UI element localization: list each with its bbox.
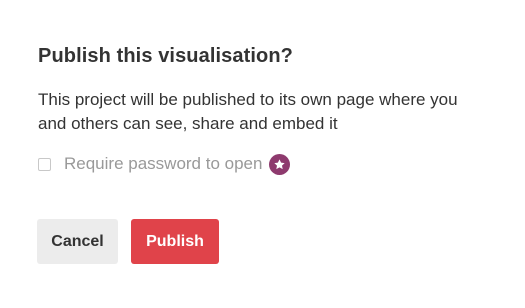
dialog-description: This project will be published to its ow… xyxy=(38,90,458,133)
star-icon xyxy=(269,153,291,175)
require-password-label[interactable]: Require password to open xyxy=(64,154,262,174)
publish-button[interactable]: Publish xyxy=(131,219,219,264)
require-password-option[interactable]: Require password to open xyxy=(38,152,291,176)
cancel-button[interactable]: Cancel xyxy=(37,219,118,264)
dialog-title: Publish this visualisation? xyxy=(38,45,293,67)
star-icon-glyph xyxy=(274,158,286,169)
require-password-checkbox[interactable] xyxy=(38,157,51,171)
publish-dialog: Publish this visualisation? This project… xyxy=(0,0,525,308)
